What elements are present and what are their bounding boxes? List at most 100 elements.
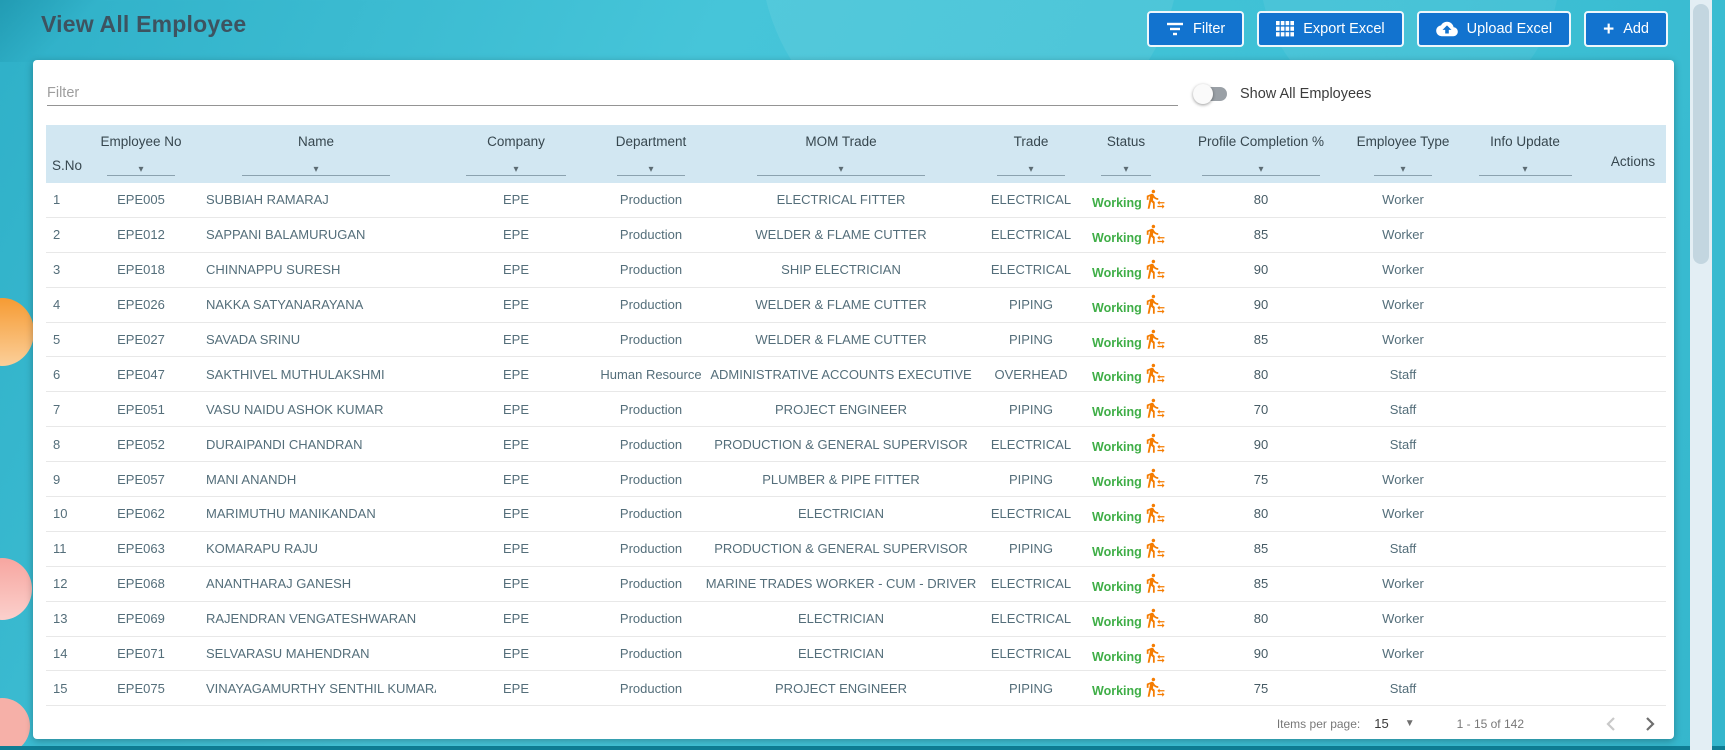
table-row[interactable]: 15 EPE075 VINAYAGAMURTHY SENTHIL KUMARAN… <box>46 671 1666 706</box>
cell-employee-type: Worker <box>1356 497 1450 531</box>
name-filter-select[interactable]: ▾ <box>242 162 391 176</box>
cell-sno: 11 <box>46 532 86 566</box>
table-row[interactable]: 10 EPE062 MARIMUTHU MANIKANDAN EPE Produ… <box>46 497 1666 532</box>
cell-employee-type: Worker <box>1356 462 1450 496</box>
filter-button[interactable]: Filter <box>1147 11 1244 47</box>
caret-down-icon: ▾ <box>313 164 318 175</box>
show-all-employees-toggle[interactable] <box>1193 84 1229 104</box>
table-row[interactable]: 2 EPE012 SAPPANI BALAMURUGAN EPE Product… <box>46 218 1666 253</box>
table-row[interactable]: 9 EPE057 MANI ANANDH EPE Production PLUM… <box>46 462 1666 497</box>
cell-employee-type: Staff <box>1356 427 1450 461</box>
profile-completion-filter-select[interactable]: ▾ <box>1202 162 1320 176</box>
cell-status: Working <box>1086 427 1166 461</box>
cell-profile-completion: 85 <box>1166 218 1356 252</box>
company-filter-select[interactable]: ▾ <box>466 162 565 176</box>
table-header-row: S.No Employee No ▾ Name ▾ Company ▾ Depa… <box>46 125 1666 183</box>
cell-employee-no: EPE063 <box>86 532 196 566</box>
table-row[interactable]: 5 EPE027 SAVADA SRINU EPE Production WEL… <box>46 323 1666 358</box>
column-header-department: Department ▾ <box>596 125 706 183</box>
table-row[interactable]: 13 EPE069 RAJENDRAN VENGATESHWARAN EPE P… <box>46 602 1666 637</box>
cell-profile-completion: 85 <box>1166 323 1356 357</box>
cell-sno: 13 <box>46 602 86 636</box>
export-excel-button[interactable]: Export Excel <box>1257 11 1403 47</box>
transfer-person-icon <box>1145 502 1166 524</box>
cell-name: VASU NAIDU ASHOK KUMAR <box>196 392 436 426</box>
table-row[interactable]: 3 EPE018 CHINNAPPU SURESH EPE Production… <box>46 253 1666 288</box>
cell-employee-type: Worker <box>1356 183 1450 217</box>
background-blob-orange <box>0 298 34 366</box>
cell-sno: 1 <box>46 183 86 217</box>
cell-mom-trade: ELECTRICAL FITTER <box>706 183 976 217</box>
cell-employee-no: EPE051 <box>86 392 196 426</box>
cell-profile-completion: 90 <box>1166 427 1356 461</box>
previous-page-button[interactable] <box>1594 712 1626 736</box>
cell-info-update <box>1450 671 1600 705</box>
cell-sno: 15 <box>46 671 86 705</box>
cell-company: EPE <box>436 637 596 671</box>
cell-profile-completion: 85 <box>1166 532 1356 566</box>
background-blob-pink <box>0 698 30 750</box>
cell-info-update <box>1450 357 1600 391</box>
status-working-label: Working <box>1092 440 1142 454</box>
status-filter-select[interactable]: ▾ <box>1101 162 1151 176</box>
plus-icon: + <box>1603 20 1614 39</box>
page-scrollbar[interactable] <box>1690 0 1712 750</box>
table-row[interactable]: 1 EPE005 SUBBIAH RAMARAJ EPE Production … <box>46 183 1666 218</box>
trade-filter-select[interactable]: ▾ <box>997 162 1065 176</box>
table-row[interactable]: 7 EPE051 VASU NAIDU ASHOK KUMAR EPE Prod… <box>46 392 1666 427</box>
cell-sno: 8 <box>46 427 86 461</box>
cell-trade: OVERHEAD <box>976 357 1086 391</box>
cell-company: EPE <box>436 357 596 391</box>
cell-sno: 7 <box>46 392 86 426</box>
cell-department: Production <box>596 288 706 322</box>
cell-trade: PIPING <box>976 462 1086 496</box>
department-filter-select[interactable]: ▾ <box>617 162 685 176</box>
column-header-name: Name ▾ <box>196 125 436 183</box>
cell-sno: 9 <box>46 462 86 496</box>
cell-department: Production <box>596 497 706 531</box>
cell-department: Production <box>596 427 706 461</box>
items-per-page-select[interactable]: 15 ▼ <box>1374 716 1414 731</box>
cell-employee-no: EPE027 <box>86 323 196 357</box>
cell-department: Production <box>596 323 706 357</box>
table-row[interactable]: 8 EPE052 DURAIPANDI CHANDRAN EPE Product… <box>46 427 1666 462</box>
cell-actions <box>1600 323 1666 357</box>
employee-type-filter-select[interactable]: ▾ <box>1374 162 1432 176</box>
cell-actions <box>1600 427 1666 461</box>
cell-status: Working <box>1086 183 1166 217</box>
upload-excel-button[interactable]: Upload Excel <box>1417 11 1571 47</box>
cell-sno: 6 <box>46 357 86 391</box>
mom-trade-filter-select[interactable]: ▾ <box>757 162 924 176</box>
scrollbar-thumb[interactable] <box>1693 4 1709 264</box>
table-row[interactable]: 14 EPE071 SELVARASU MAHENDRAN EPE Produc… <box>46 637 1666 672</box>
caret-down-icon: ▾ <box>1028 164 1033 175</box>
cell-employee-no: EPE069 <box>86 602 196 636</box>
table-filter-input[interactable] <box>47 80 1178 106</box>
cell-actions <box>1600 218 1666 252</box>
cell-company: EPE <box>436 288 596 322</box>
cell-name: DURAIPANDI CHANDRAN <box>196 427 436 461</box>
cell-name: SAVADA SRINU <box>196 323 436 357</box>
column-header-employee-no: Employee No ▾ <box>86 125 196 183</box>
cell-actions <box>1600 532 1666 566</box>
cell-employee-type: Worker <box>1356 637 1450 671</box>
column-header-actions: Actions <box>1600 125 1666 183</box>
info-update-filter-select[interactable]: ▾ <box>1479 162 1572 176</box>
cell-profile-completion: 90 <box>1166 637 1356 671</box>
employee-no-filter-select[interactable]: ▾ <box>107 162 175 176</box>
transfer-person-icon <box>1145 188 1166 210</box>
status-working-label: Working <box>1092 580 1142 594</box>
column-header-employee-type: Employee Type ▾ <box>1356 125 1450 183</box>
add-button[interactable]: + Add <box>1584 11 1668 47</box>
column-header-company: Company ▾ <box>436 125 596 183</box>
cell-employee-type: Worker <box>1356 567 1450 601</box>
toolbar: Filter Export Excel Upload Excel + Add <box>1147 11 1668 47</box>
next-page-button[interactable] <box>1634 712 1666 736</box>
cell-mom-trade: WELDER & FLAME CUTTER <box>706 218 976 252</box>
cell-profile-completion: 80 <box>1166 183 1356 217</box>
table-row[interactable]: 11 EPE063 KOMARAPU RAJU EPE Production P… <box>46 532 1666 567</box>
table-row[interactable]: 12 EPE068 ANANTHARAJ GANESH EPE Producti… <box>46 567 1666 602</box>
cell-employee-type: Worker <box>1356 288 1450 322</box>
table-row[interactable]: 6 EPE047 SAKTHIVEL MUTHULAKSHMI EPE Huma… <box>46 357 1666 392</box>
table-row[interactable]: 4 EPE026 NAKKA SATYANARAYANA EPE Product… <box>46 288 1666 323</box>
